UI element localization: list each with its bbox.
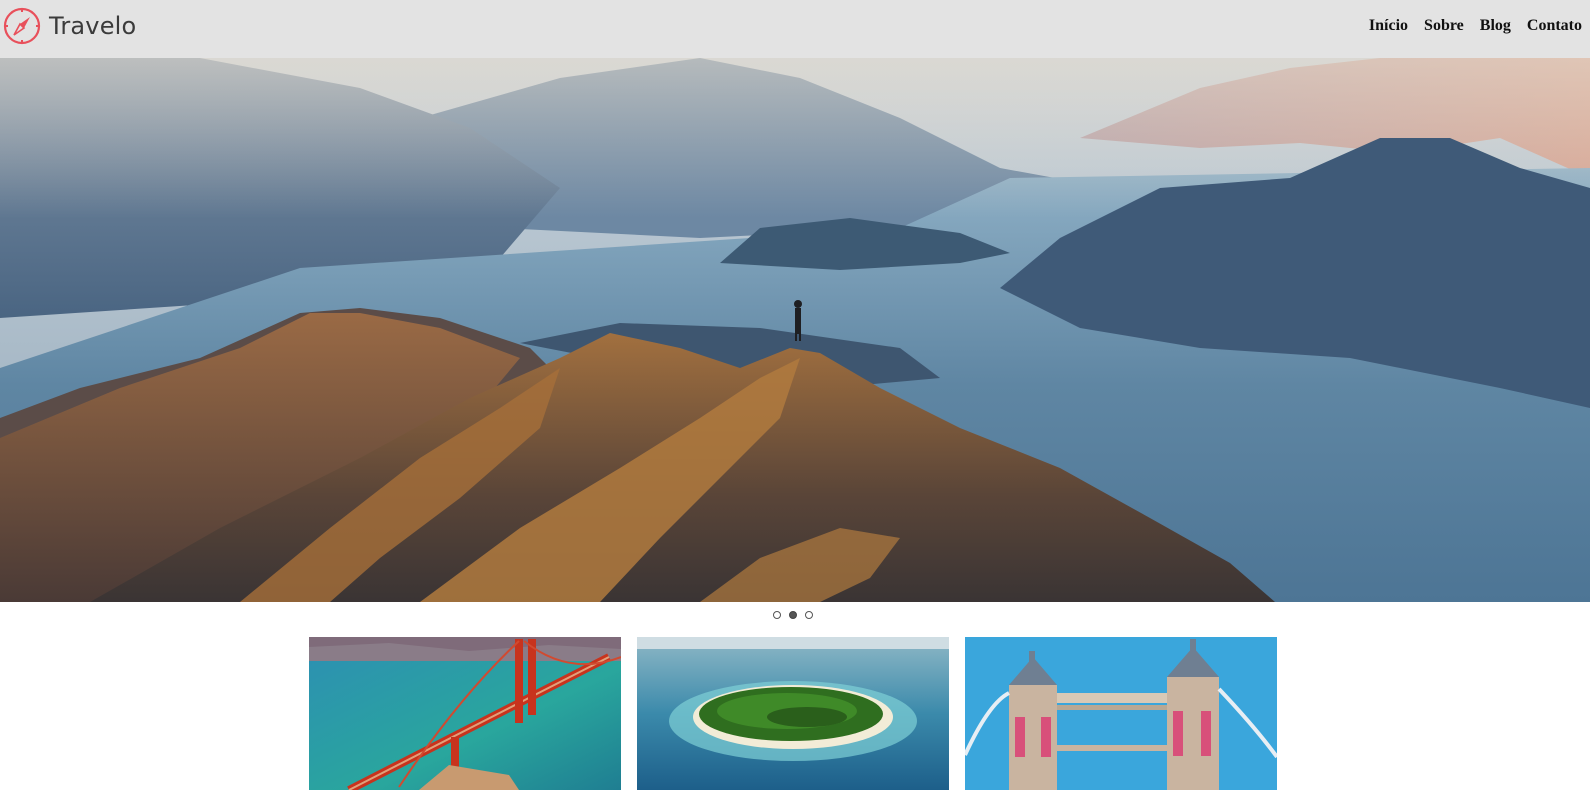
carousel-dot-3[interactable] <box>805 611 813 619</box>
nav-link-inicio[interactable]: Início <box>1369 17 1408 35</box>
golden-gate-bridge-photo <box>309 637 621 790</box>
brand-name: Travelo <box>49 12 137 40</box>
hero-slider[interactable] <box>0 58 1590 602</box>
destination-card-golden-gate[interactable] <box>309 637 621 790</box>
hero-image <box>0 58 1590 602</box>
carousel-dot-2-active[interactable] <box>789 611 797 619</box>
carousel-dots <box>773 611 813 619</box>
tower-bridge-photo <box>965 637 1277 790</box>
brand-link[interactable]: Travelo <box>3 7 136 45</box>
destination-card-tower-bridge[interactable] <box>965 637 1277 790</box>
carousel-dot-1[interactable] <box>773 611 781 619</box>
nav-link-sobre[interactable]: Sobre <box>1424 17 1464 35</box>
tropical-island-photo <box>637 637 949 790</box>
main-nav: Início Sobre Blog Contato <box>1369 17 1582 35</box>
nav-link-contato[interactable]: Contato <box>1527 17 1582 35</box>
site-header: Travelo Início Sobre Blog Contato <box>0 0 1590 58</box>
compass-icon <box>3 7 41 45</box>
nav-link-blog[interactable]: Blog <box>1480 17 1511 35</box>
destination-card-island[interactable] <box>637 637 949 790</box>
